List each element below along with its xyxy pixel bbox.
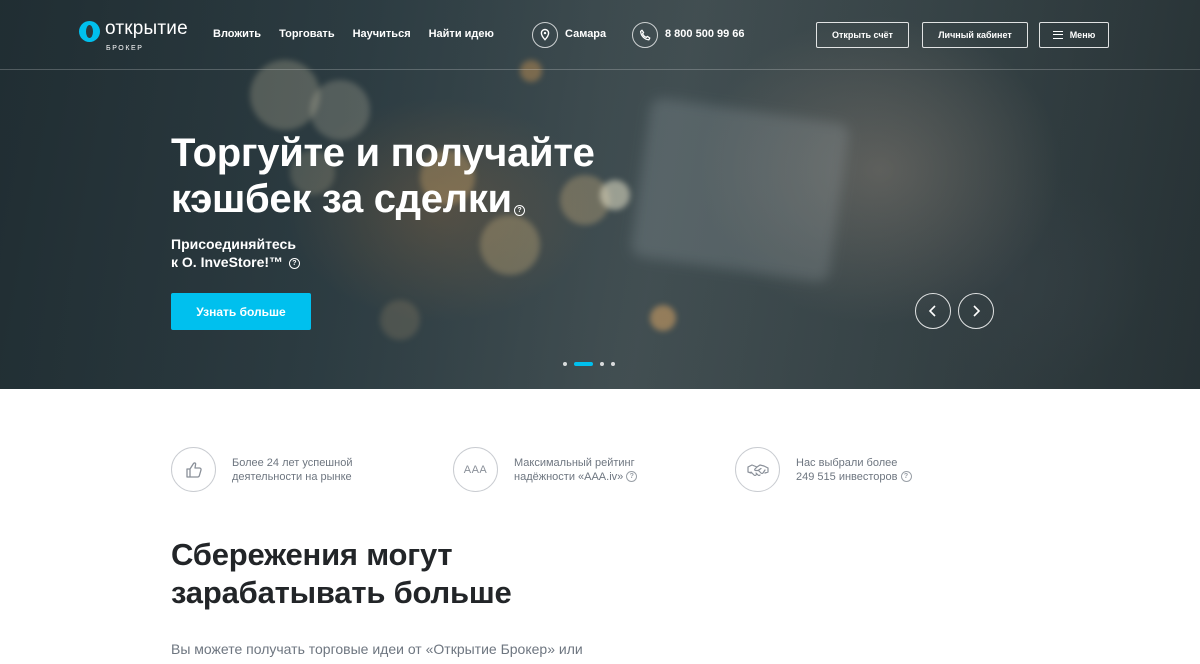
hero-subtitle-line-2: к О. InveStore!™ xyxy=(171,254,284,270)
open-account-button[interactable]: Открыть счёт xyxy=(816,22,909,48)
nav-item-find-idea[interactable]: Найти идею xyxy=(429,28,494,40)
hero-banner: открытие БРОКЕР Вложить Торговать Научит… xyxy=(0,0,1200,389)
carousel-prev-button[interactable] xyxy=(915,293,951,329)
logo-subtitle: БРОКЕР xyxy=(106,45,144,52)
feature-line-2: деятельности на рынке xyxy=(232,470,352,483)
location-pin-icon[interactable] xyxy=(532,22,558,48)
section-title-line-1: Сбережения могут xyxy=(171,537,453,572)
chevron-left-icon xyxy=(928,305,936,317)
phone-icon[interactable] xyxy=(632,22,658,48)
personal-cabinet-button[interactable]: Личный кабинет xyxy=(922,22,1028,48)
aaa-rating-icon: AAA xyxy=(453,447,498,492)
carousel-pagination xyxy=(563,362,615,366)
feature-investors: Нас выбрали более 249 515 инвесторов? xyxy=(735,447,912,492)
carousel-next-button[interactable] xyxy=(958,293,994,329)
city-selector[interactable]: Самара xyxy=(565,28,606,40)
aaa-rating-icon-text: AAA xyxy=(463,463,488,476)
hero-title: Торгуйте и получайте кэшбек за сделки? xyxy=(171,130,641,222)
logo-mark-icon xyxy=(79,21,100,42)
main-nav: Вложить Торговать Научиться Найти идею xyxy=(213,28,494,40)
feature-experience: Более 24 лет успешной деятельности на ры… xyxy=(171,447,352,492)
hero-subtitle: Присоединяйтесь к О. InveStore!™ ? xyxy=(171,235,300,271)
menu-button[interactable]: Меню xyxy=(1039,22,1109,48)
feature-text: Более 24 лет успешной деятельности на ры… xyxy=(232,456,352,484)
section-title: Сбережения могут зарабатывать больше xyxy=(171,536,512,612)
question-mark-icon[interactable]: ? xyxy=(626,471,638,483)
feature-line-2: 249 515 инвесторов xyxy=(796,470,898,483)
logo-text: открытие xyxy=(105,18,188,39)
nav-item-invest[interactable]: Вложить xyxy=(213,28,261,40)
carousel-dot[interactable] xyxy=(563,362,567,366)
handshake-icon xyxy=(735,447,780,492)
learn-more-button[interactable]: Узнать больше xyxy=(171,293,311,330)
hero-subtitle-line-1: Присоединяйтесь xyxy=(171,236,296,252)
menu-label: Меню xyxy=(1069,30,1096,40)
carousel-dot[interactable] xyxy=(600,362,604,366)
question-mark-icon[interactable]: ? xyxy=(513,205,525,216)
feature-rating: AAA Максимальный рейтинг надёжности «AAA… xyxy=(453,447,638,492)
hero-title-line-1: Торгуйте и получайте xyxy=(171,131,595,175)
hero-title-line-2: кэшбек за сделки xyxy=(171,177,512,221)
top-header: открытие БРОКЕР Вложить Торговать Научит… xyxy=(0,0,1200,70)
feature-text: Нас выбрали более 249 515 инвесторов? xyxy=(796,456,912,484)
nav-item-learn[interactable]: Научиться xyxy=(353,28,411,40)
question-mark-icon[interactable]: ? xyxy=(288,257,300,269)
thumbs-up-icon xyxy=(171,447,216,492)
section-title-line-2: зарабатывать больше xyxy=(171,575,512,610)
chevron-right-icon xyxy=(973,305,981,317)
carousel-dot[interactable] xyxy=(611,362,615,366)
feature-line-1: Нас выбрали более xyxy=(796,456,898,469)
feature-line-1: Максимальный рейтинг xyxy=(514,456,635,469)
feature-line-2: надёжности «AAA.iv» xyxy=(514,470,624,483)
hamburger-icon xyxy=(1052,31,1063,39)
carousel-dot-active[interactable] xyxy=(574,362,593,366)
phone-number[interactable]: 8 800 500 99 66 xyxy=(665,28,745,40)
feature-line-1: Более 24 лет успешной xyxy=(232,456,353,469)
feature-text: Максимальный рейтинг надёжности «AAA.iv»… xyxy=(514,456,638,484)
brand-logo[interactable]: открытие БРОКЕР xyxy=(79,18,188,52)
section-description: Вы можете получать торговые идеи от «Отк… xyxy=(171,641,583,657)
nav-item-trade[interactable]: Торговать xyxy=(279,28,335,40)
question-mark-icon[interactable]: ? xyxy=(900,471,912,483)
